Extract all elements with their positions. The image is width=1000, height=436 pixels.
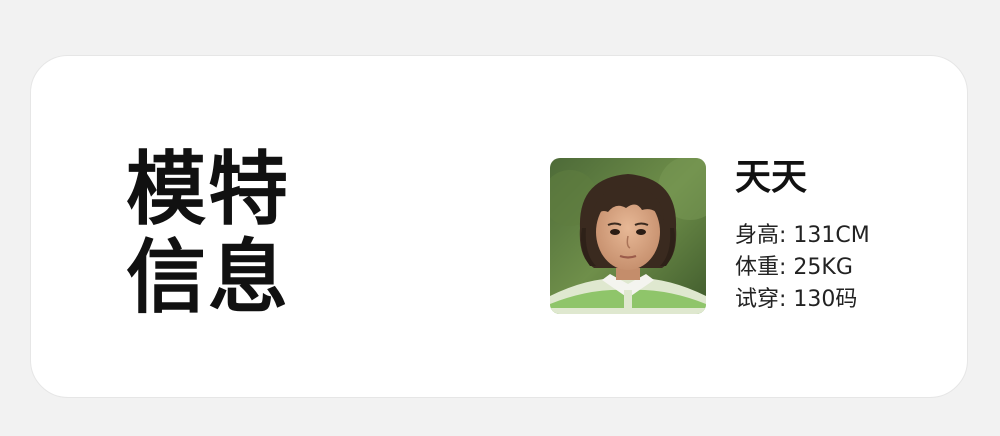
model-stats: 身高: 131CM 体重: 25KG 试穿: 130码 (735, 220, 870, 316)
section-title-line-2: 信息 (126, 231, 290, 324)
model-weight: 体重: 25KG (735, 255, 853, 280)
model-size: 试穿: 130码 (735, 287, 858, 312)
model-photo (550, 158, 706, 314)
model-info-card: 模特 信息 天天 身高: 131CM 体重: 25KG 试穿: 130码 (30, 55, 968, 398)
model-name: 天天 (735, 157, 808, 198)
model-portrait-icon (550, 158, 706, 314)
section-title: 模特 信息 (126, 146, 290, 322)
section-title-line-1: 模特 (126, 143, 290, 236)
model-height: 身高: 131CM (735, 223, 870, 248)
